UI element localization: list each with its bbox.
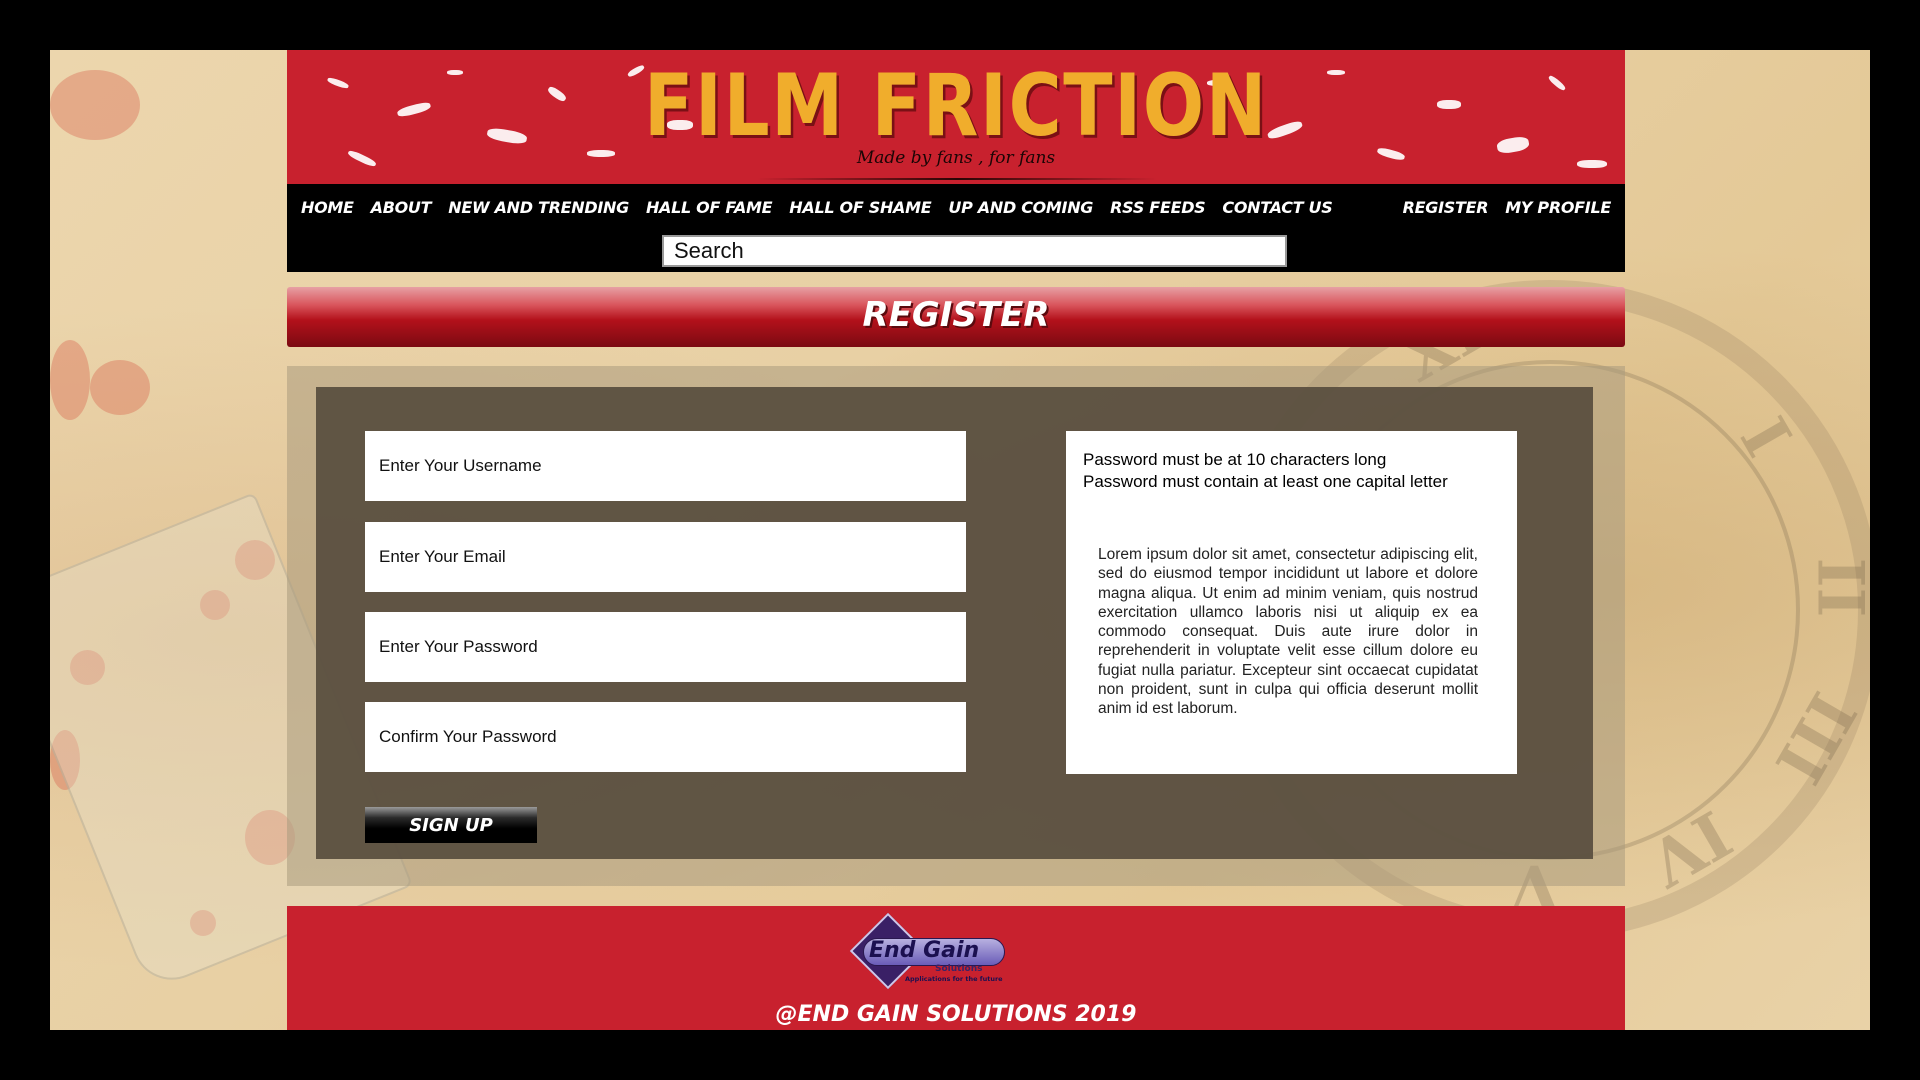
blood-splatter	[50, 70, 140, 140]
search-input[interactable]	[662, 235, 1287, 267]
end-gain-logo[interactable]: End Gain Solutions Applications for the …	[849, 912, 1013, 990]
blood-splatter	[90, 360, 150, 415]
nav-item-contact-us[interactable]: CONTACT US	[1222, 198, 1332, 217]
username-field[interactable]	[365, 431, 966, 501]
info-body-text: Lorem ipsum dolor sit amet, consectetur …	[1098, 546, 1478, 718]
tagline-underline	[757, 178, 1157, 180]
clock-numeral: II	[1802, 557, 1870, 618]
confirm-password-field[interactable]	[365, 702, 966, 772]
paint-speck	[326, 76, 350, 90]
page-header-bar: REGISTER	[287, 287, 1625, 347]
password-info-box: Password must be at 10 characters long P…	[1066, 431, 1517, 774]
logo-tagline: Applications for the future	[905, 975, 1003, 983]
password-field[interactable]	[365, 612, 966, 682]
site-title: FILM FRICTION	[643, 56, 1269, 156]
nav-item-register[interactable]: REGISTER	[1403, 198, 1489, 217]
password-rule-length: Password must be at 10 characters long	[1083, 450, 1387, 469]
nav-item-rss-feeds[interactable]: RSS FEEDS	[1110, 198, 1206, 217]
nav-item-about[interactable]: ABOUT	[371, 198, 432, 217]
nav-item-home[interactable]: HOME	[301, 198, 354, 217]
register-panel: SIGN UP Password must be at 10 character…	[316, 387, 1593, 859]
copyright-text: @END GAIN SOLUTIONS 2019	[775, 1002, 1137, 1027]
site-tagline: Made by fans , for fans	[856, 148, 1056, 168]
email-field[interactable]	[365, 522, 966, 592]
nav-item-new-and-trending[interactable]: NEW AND TRENDING	[448, 198, 629, 217]
site-banner: FILM FRICTION Made by fans , for fans	[287, 50, 1625, 184]
site-footer: End Gain Solutions Applications for the …	[287, 906, 1625, 1030]
blood-splatter	[50, 340, 90, 420]
page-title: REGISTER	[862, 295, 1050, 335]
password-rule-capital: Password must contain at least one capit…	[1083, 472, 1448, 491]
nav-item-up-and-coming[interactable]: UP AND COMING	[948, 198, 1093, 217]
nav-right-group: REGISTER MY PROFILE	[1386, 198, 1612, 217]
logo-subtitle: Solutions	[935, 964, 983, 974]
logo-name: End Gain	[869, 938, 980, 963]
register-panel-border: SIGN UP Password must be at 10 character…	[287, 366, 1625, 886]
page-background: XII I II III IV V FI	[50, 50, 1870, 1030]
nav-item-my-profile[interactable]: MY PROFILE	[1505, 198, 1611, 217]
nav-item-hall-of-fame[interactable]: HALL OF FAME	[646, 198, 773, 217]
sign-up-button[interactable]: SIGN UP	[365, 807, 537, 843]
paint-speck	[1547, 74, 1567, 92]
nav-item-hall-of-shame[interactable]: HALL OF SHAME	[789, 198, 931, 217]
main-navbar: HOME ABOUT NEW AND TRENDING HALL OF FAME…	[287, 184, 1625, 272]
nav-left-group: HOME ABOUT NEW AND TRENDING HALL OF FAME…	[301, 198, 1349, 217]
